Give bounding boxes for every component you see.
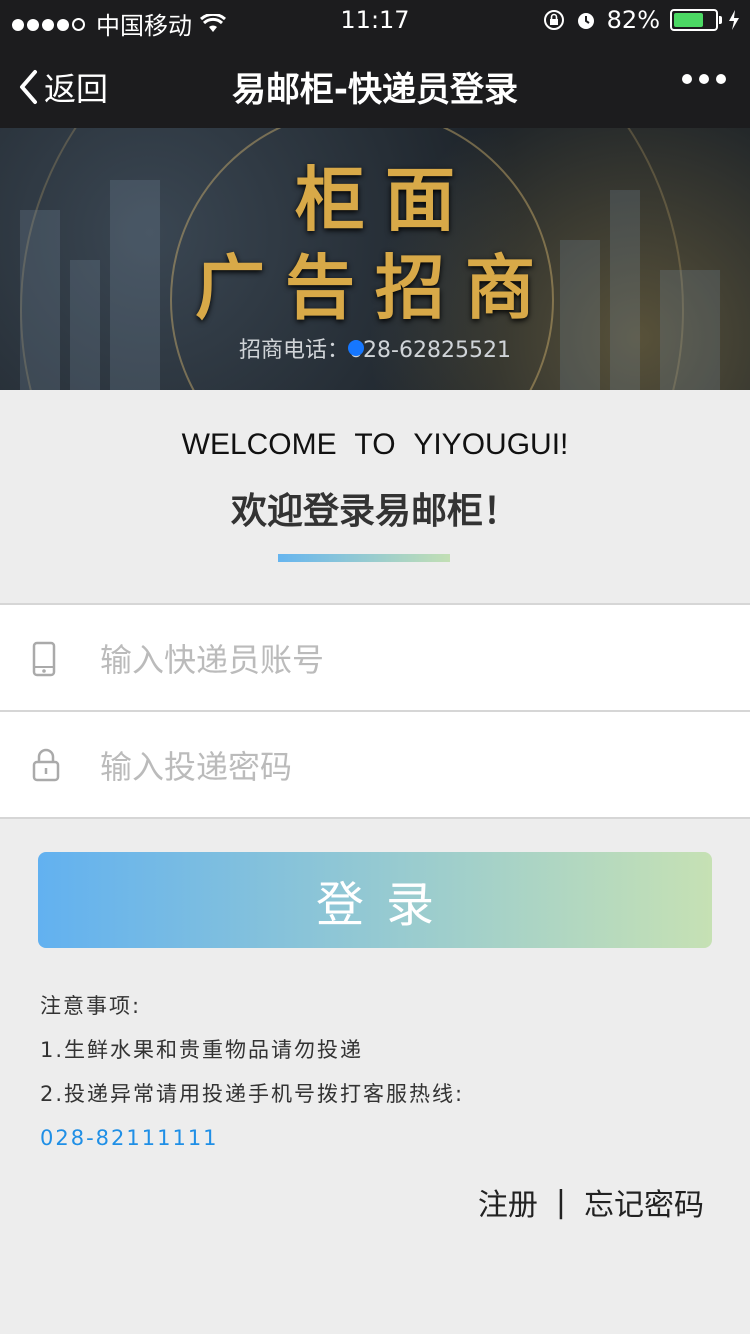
welcome-chinese: 欢迎登录易邮柜！ bbox=[230, 491, 519, 532]
banner-line2: 广告招商 bbox=[195, 246, 555, 329]
banner-line1: 柜面 bbox=[295, 158, 475, 241]
status-bar: 中国移动 11:17 82% bbox=[0, 0, 750, 40]
notes-title: 注意事项: bbox=[40, 994, 142, 1018]
battery-fill bbox=[674, 13, 703, 27]
welcome-english: WELCOME TO YIYOUGUI! bbox=[181, 428, 569, 461]
rotation-lock-icon bbox=[543, 10, 564, 30]
more-button[interactable] bbox=[682, 74, 726, 84]
ad-banner[interactable]: 柜面 广告招商 招商电话：028-62825521 bbox=[0, 128, 750, 390]
battery-percent: 82% bbox=[606, 6, 660, 34]
more-dot-icon bbox=[682, 74, 692, 84]
login-form bbox=[0, 603, 750, 819]
page-title: 易邮柜-快递员登录 bbox=[231, 70, 519, 110]
notes-section: 注意事项: 1.生鲜水果和贵重物品请勿投递 2.投递异常请用投递手机号拨打客服热… bbox=[40, 984, 464, 1160]
banner-phone: 招商电话：028-62825521 bbox=[239, 338, 511, 363]
password-field bbox=[0, 710, 750, 817]
register-link[interactable]: 注册 bbox=[478, 1180, 538, 1224]
more-dot-icon bbox=[716, 74, 726, 84]
account-links: 注册 | 忘记密码 bbox=[478, 1180, 704, 1224]
banner-headline: 柜面 广告招商 bbox=[0, 156, 750, 332]
charging-icon bbox=[729, 10, 739, 30]
notes-item-2: 2.投递异常请用投递手机号拨打客服热线: bbox=[40, 1082, 465, 1106]
banner-pager-dot[interactable] bbox=[348, 340, 364, 356]
forgot-password-link[interactable]: 忘记密码 bbox=[584, 1180, 704, 1224]
account-input[interactable] bbox=[98, 629, 702, 691]
login-button[interactable]: 登录 bbox=[38, 852, 712, 948]
phone-icon bbox=[32, 641, 56, 677]
battery-icon bbox=[670, 9, 722, 31]
accent-divider bbox=[278, 554, 450, 562]
more-dot-icon bbox=[699, 74, 709, 84]
navigation-bar: 返回 易邮柜-快递员登录 bbox=[0, 40, 750, 128]
link-separator: | bbox=[555, 1184, 566, 1220]
lock-icon bbox=[32, 748, 60, 782]
alarm-icon bbox=[577, 13, 594, 29]
account-field bbox=[0, 605, 750, 710]
hotline-link[interactable]: 028-82111111 bbox=[40, 1116, 464, 1160]
password-input[interactable] bbox=[98, 736, 702, 798]
notes-item-1: 1.生鲜水果和贵重物品请勿投递 bbox=[40, 1038, 364, 1062]
